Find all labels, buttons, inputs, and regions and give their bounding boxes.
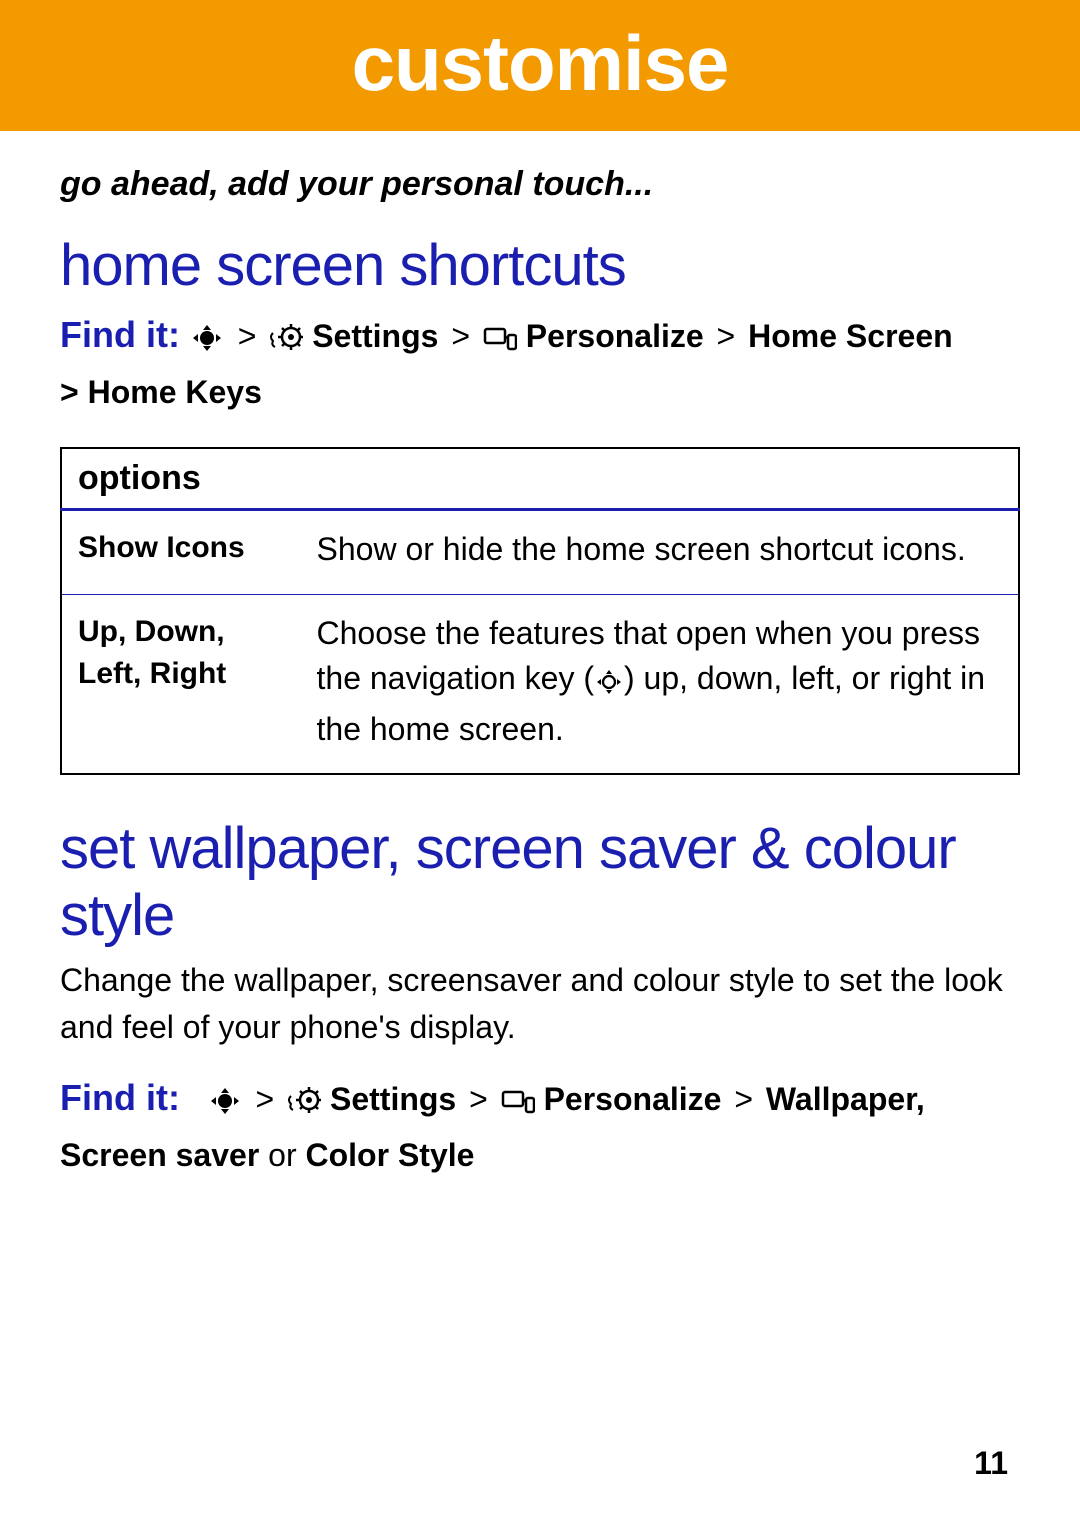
chapter-title: customise [352, 19, 729, 107]
page-content: go ahead, add your personal touch... hom… [0, 131, 1080, 1180]
section-heading-wallpaper: set wallpaper, screen saver & colour sty… [60, 815, 1020, 949]
chevron-icon: > [252, 1081, 279, 1117]
find-it-label: Find it: [60, 1077, 180, 1118]
table-row: Up, Down, Left, Right Choose the feature… [61, 594, 1019, 774]
settings-gear-icon [269, 318, 303, 368]
breadcrumb-personalize: Personalize [544, 1081, 722, 1117]
breadcrumb-settings: Settings [312, 318, 438, 354]
chevron-icon: > [447, 318, 474, 354]
option-desc: Show or hide the home screen shortcut ic… [301, 510, 1020, 595]
find-it-path-2: Find it: > [60, 1070, 1020, 1180]
section-paragraph: Change the wallpaper, screensaver and co… [60, 957, 1020, 1050]
find-it-path-1: Find it: > [60, 307, 1020, 417]
chevron-icon: > [730, 1081, 757, 1117]
table-row: Show Icons Show or hide the home screen … [61, 510, 1019, 595]
navigation-key-icon [207, 1081, 243, 1131]
options-table: options Show Icons Show or hide the home… [60, 447, 1020, 775]
chevron-icon: > [234, 318, 261, 354]
option-desc: Choose the features that open when you p… [301, 594, 1020, 774]
section-heading-shortcuts: home screen shortcuts [60, 232, 1020, 299]
chevron-icon: > [465, 1081, 492, 1117]
option-name: Show Icons [61, 510, 301, 595]
tagline: go ahead, add your personal touch... [60, 165, 1020, 204]
breadcrumb-color-style: Color Style [306, 1137, 475, 1173]
find-it-label: Find it: [60, 314, 180, 355]
options-header: options [61, 448, 1019, 510]
table-header-row: options [61, 448, 1019, 510]
breadcrumb-settings: Settings [330, 1081, 456, 1117]
settings-gear-icon [287, 1081, 321, 1131]
or-word: or [259, 1137, 305, 1173]
manual-page: customise go ahead, add your personal to… [0, 0, 1080, 1532]
navigation-key-open-icon [594, 662, 624, 707]
chapter-banner: customise [0, 0, 1080, 131]
breadcrumb-home-screen: Home Screen [748, 318, 953, 354]
personalize-icon [483, 318, 517, 368]
page-number: 11 [974, 1445, 1008, 1482]
option-name: Up, Down, Left, Right [61, 594, 301, 774]
navigation-key-icon [189, 318, 225, 368]
breadcrumb-home-keys: > Home Keys [60, 374, 262, 410]
breadcrumb-wallpaper: Wallpaper [766, 1081, 916, 1117]
breadcrumb-personalize: Personalize [526, 318, 704, 354]
chevron-icon: > [713, 318, 740, 354]
personalize-icon [501, 1081, 535, 1131]
